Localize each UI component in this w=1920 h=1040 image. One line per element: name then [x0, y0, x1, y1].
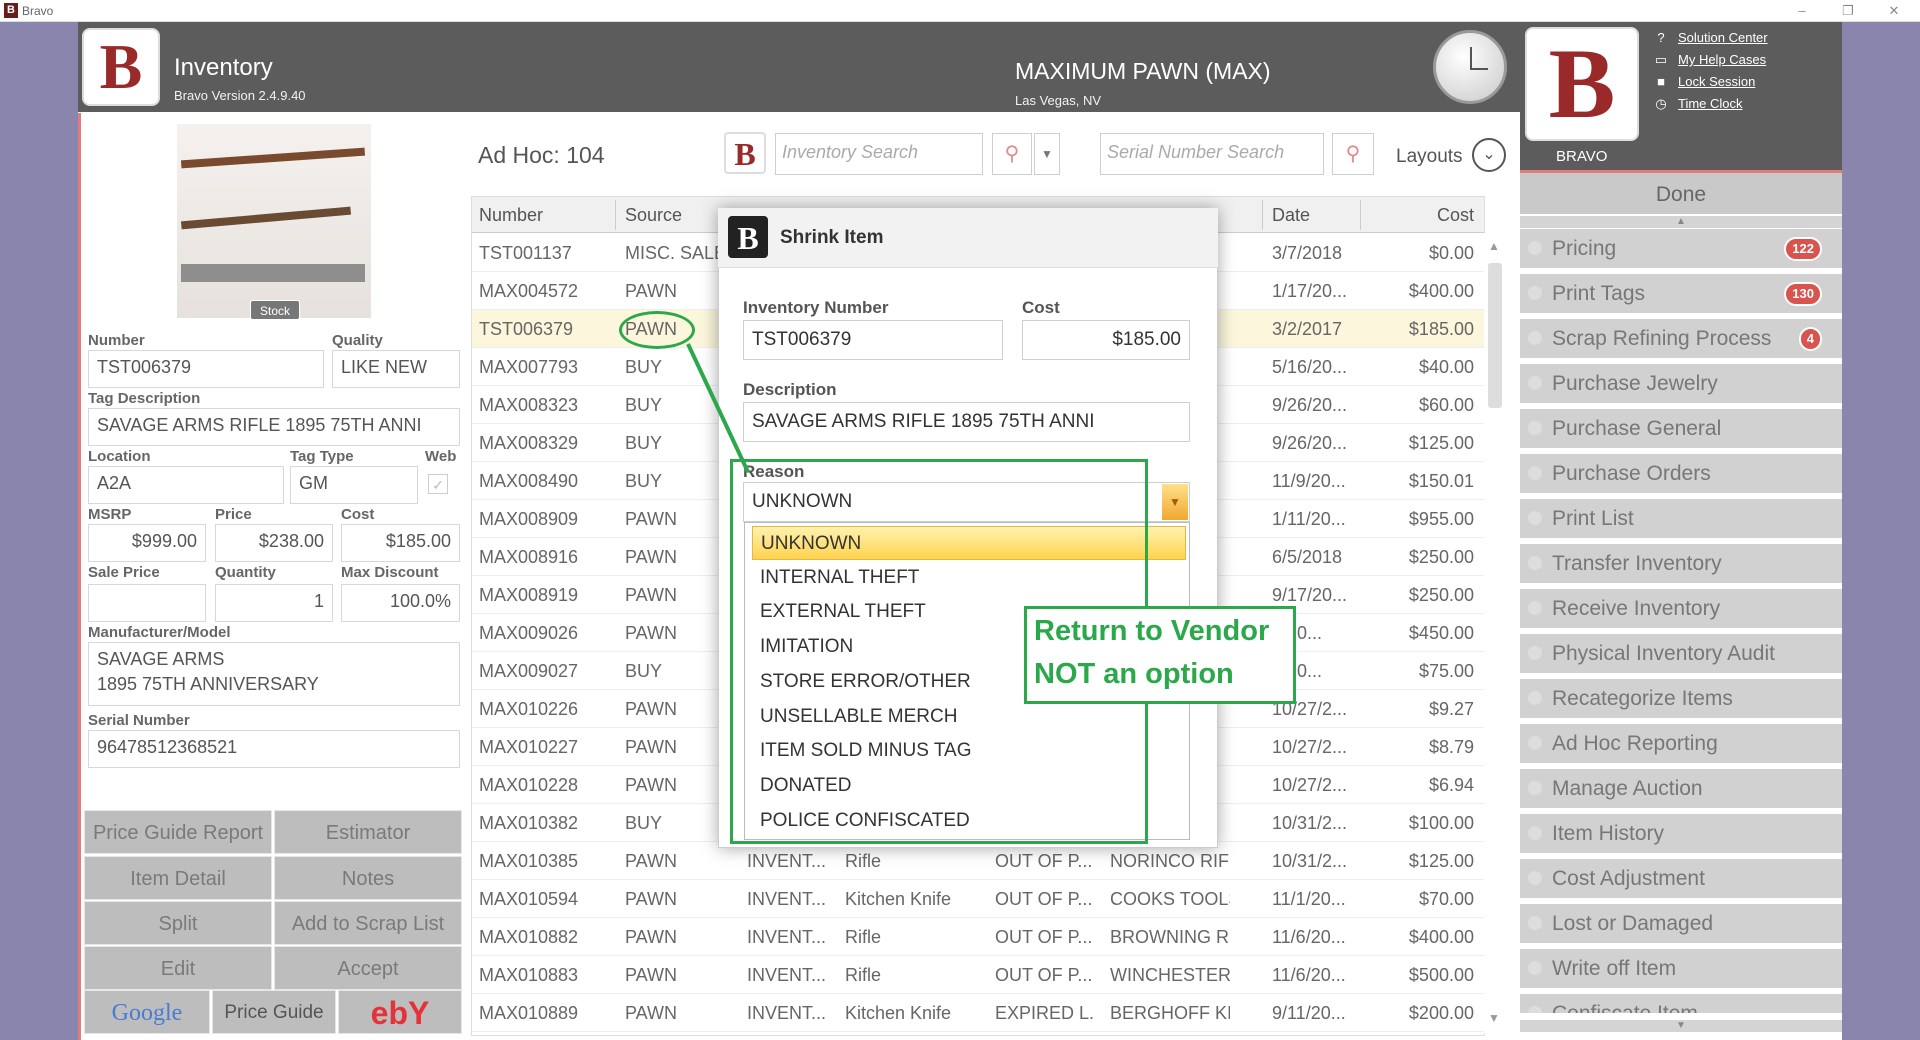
annotation-arrow: [686, 343, 750, 473]
